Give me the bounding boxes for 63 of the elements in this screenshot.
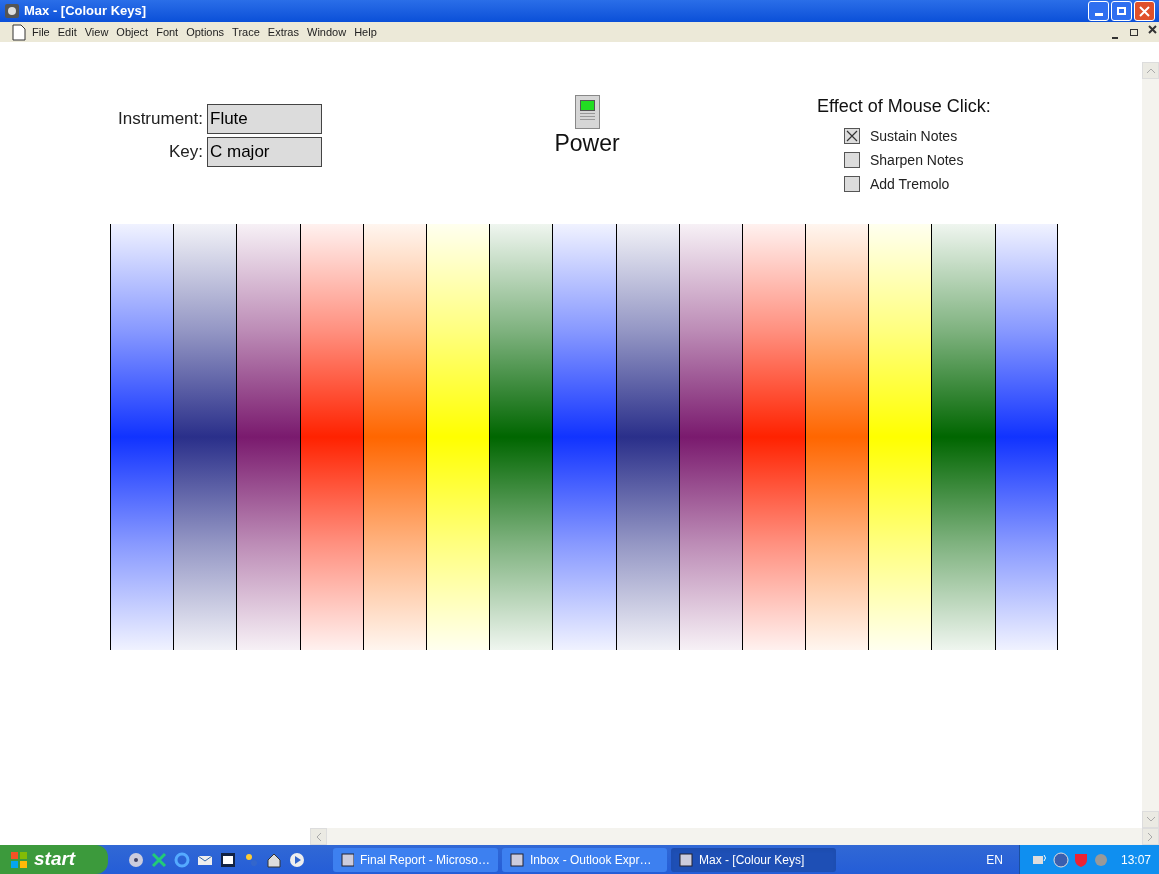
text-field[interactable]: C major [207, 137, 322, 167]
clock: 13:07 [1120, 851, 1151, 869]
checkbox[interactable] [844, 176, 860, 192]
house-icon[interactable] [266, 851, 282, 868]
language-indicator[interactable]: EN [986, 850, 1003, 869]
field-label: Key: [168, 141, 203, 164]
menu-item[interactable]: Font [156, 23, 179, 41]
checkbox[interactable] [844, 152, 860, 168]
colour-key[interactable] [615, 224, 679, 650]
menu-item[interactable]: File [32, 23, 50, 41]
checkbox-label: Sharpen Notes [870, 150, 964, 170]
caret-up-icon [1146, 68, 1155, 73]
window-title: Max - [Colour Keys] [24, 2, 147, 21]
colour-key[interactable] [741, 224, 806, 650]
colour-key[interactable] [868, 224, 932, 650]
close-button[interactable] [1134, 1, 1155, 21]
checkbox-label: Sustain Notes [870, 126, 958, 146]
colour-key[interactable] [678, 224, 742, 650]
menu-item[interactable]: Extras [267, 23, 299, 41]
colour-key[interactable] [110, 224, 174, 650]
colour-key[interactable] [805, 224, 869, 650]
text-field[interactable]: Flute [207, 104, 322, 134]
menu-item[interactable]: Help [354, 23, 377, 41]
caret-right-icon [1148, 832, 1153, 841]
colour-key[interactable] [931, 224, 995, 650]
colour-key[interactable] [425, 224, 490, 650]
power-button[interactable] [574, 95, 600, 129]
section-title: Effect of Mouse Click: [817, 95, 991, 118]
colour-key[interactable] [994, 224, 1058, 650]
menu-item[interactable]: Window [307, 23, 347, 41]
window-icon [510, 852, 524, 867]
caret-left-icon [316, 832, 321, 841]
colour-key[interactable] [173, 224, 237, 650]
checkbox-label: Add Tremolo [870, 174, 950, 194]
app-icon [4, 3, 20, 19]
disc-icon[interactable] [128, 851, 144, 868]
taskbar-button[interactable]: Final Report - Microso… [333, 847, 498, 872]
crossed-icon[interactable] [151, 851, 167, 868]
document-icon[interactable] [220, 851, 236, 868]
colour-key[interactable] [236, 224, 300, 650]
window-icon [341, 852, 354, 867]
minimize-button[interactable] [1088, 1, 1109, 21]
document-icon [12, 23, 26, 41]
taskbar-button[interactable]: Max - [Colour Keys] [671, 847, 836, 872]
caret-down-icon [1146, 817, 1155, 822]
taskbar-button[interactable]: Inbox - Outlook Expr… [502, 847, 667, 872]
menu-item[interactable]: View [84, 23, 109, 41]
menu-item[interactable]: Trace [232, 23, 260, 41]
start-button[interactable]: start [0, 845, 108, 874]
colour-key[interactable] [552, 224, 616, 650]
close-icon [1139, 5, 1150, 17]
mdi-close-button[interactable] [1148, 25, 1157, 34]
colour-key[interactable] [489, 224, 553, 650]
menu-item[interactable]: Options [186, 23, 225, 41]
restore-button[interactable] [1111, 1, 1132, 21]
menu-item[interactable]: Object [116, 23, 149, 41]
windows-logo-icon [10, 850, 28, 869]
play-icon[interactable] [289, 851, 305, 868]
field-label: Instrument: [117, 108, 203, 131]
menu-item[interactable]: Edit [57, 23, 77, 41]
window-icon [679, 852, 693, 867]
power-label: Power [554, 129, 620, 157]
checkbox[interactable] [844, 128, 860, 144]
